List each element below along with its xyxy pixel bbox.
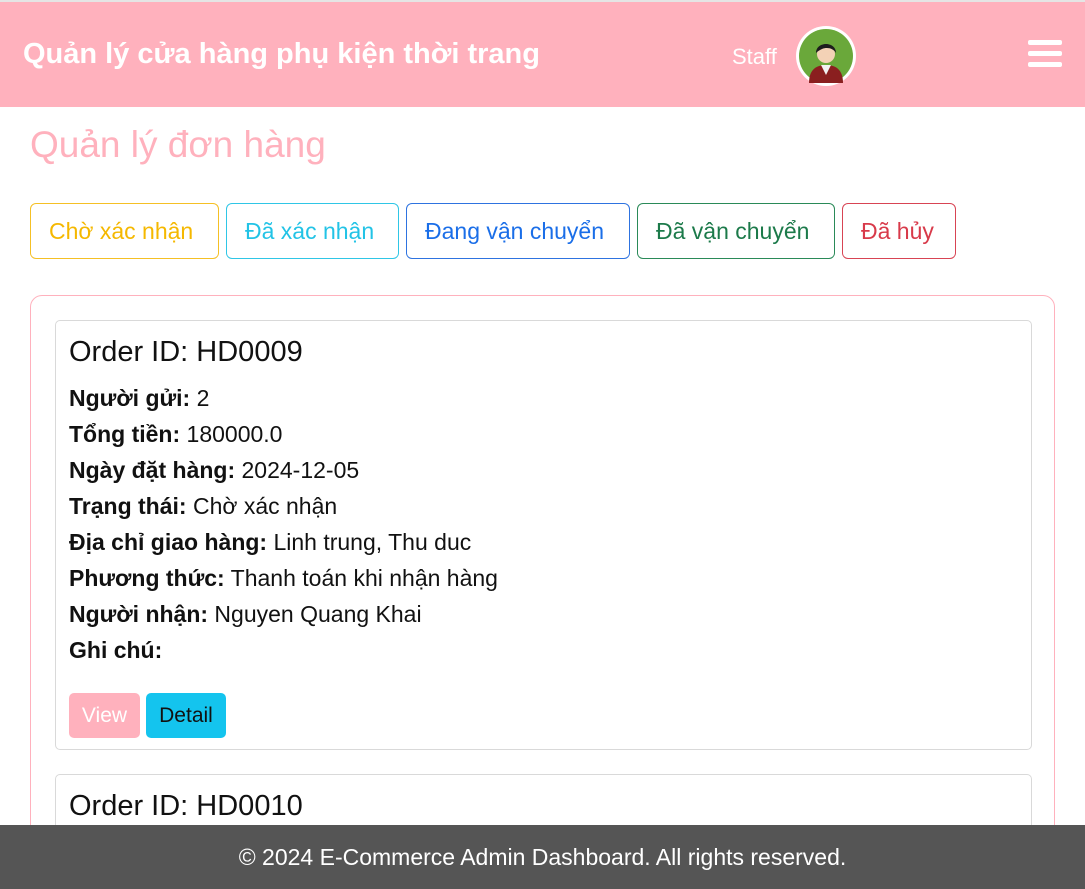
tab-shipping[interactable]: Đang vận chuyển — [406, 203, 630, 259]
field-label: Tổng tiền: — [69, 421, 181, 447]
tab-confirmed[interactable]: Đã xác nhận — [226, 203, 399, 259]
order-field-payment: Phương thức: Thanh toán khi nhận hàng — [69, 565, 498, 592]
user-avatar-icon[interactable] — [796, 26, 856, 86]
field-value: Linh trung, Thu duc — [267, 529, 472, 555]
order-field-address: Địa chỉ giao hàng: Linh trung, Thu duc — [69, 529, 471, 556]
field-value: Chờ xác nhận — [186, 493, 338, 519]
detail-button[interactable]: Detail — [146, 693, 226, 738]
tab-shipped[interactable]: Đã vận chuyển — [637, 203, 835, 259]
tab-pending[interactable]: Chờ xác nhận — [30, 203, 219, 259]
field-label: Người gửi: — [69, 385, 191, 411]
order-field-status: Trạng thái: Chờ xác nhận — [69, 493, 337, 520]
tab-cancelled[interactable]: Đã hủy — [842, 203, 956, 259]
field-label: Ghi chú: — [69, 637, 163, 663]
orders-panel: Order ID: HD0009 Người gửi: 2 Tổng tiền:… — [30, 295, 1055, 855]
footer-copyright: © 2024 E-Commerce Admin Dashboard. All r… — [238, 843, 847, 870]
order-card: Order ID: HD0009 Người gửi: 2 Tổng tiền:… — [55, 320, 1032, 750]
page-title: Quản lý đơn hàng — [30, 124, 326, 165]
order-field-note: Ghi chú: — [69, 637, 162, 664]
field-value: 2024-12-05 — [235, 457, 360, 483]
field-label: Trạng thái: — [69, 493, 187, 519]
order-id: Order ID: HD0010 — [69, 790, 303, 822]
order-field-date: Ngày đặt hàng: 2024-12-05 — [69, 457, 359, 484]
order-field-total: Tổng tiền: 180000.0 — [69, 421, 282, 448]
order-id: Order ID: HD0009 — [69, 336, 303, 368]
hamburger-menu-icon[interactable] — [1028, 40, 1062, 72]
field-label: Ngày đặt hàng: — [69, 457, 236, 483]
field-value: Nguyen Quang Khai — [208, 601, 422, 627]
field-value: 180000.0 — [180, 421, 283, 447]
order-field-sender: Người gửi: 2 — [69, 385, 209, 412]
field-value: Thanh toán khi nhận hàng — [224, 565, 498, 591]
field-label: Người nhận: — [69, 601, 209, 627]
order-status-tabs: Chờ xác nhận Đã xác nhận Đang vận chuyển… — [30, 203, 956, 259]
order-field-receiver: Người nhận: Nguyen Quang Khai — [69, 601, 422, 628]
user-role-label: Staff — [732, 44, 777, 69]
view-button[interactable]: View — [69, 693, 140, 738]
app-title: Quản lý cửa hàng phụ kiện thời trang — [23, 38, 540, 70]
field-value: 2 — [190, 385, 210, 411]
page-footer: © 2024 E-Commerce Admin Dashboard. All r… — [0, 825, 1085, 889]
field-label: Địa chỉ giao hàng: — [69, 529, 268, 555]
top-header: Quản lý cửa hàng phụ kiện thời trang Sta… — [0, 0, 1085, 107]
field-label: Phương thức: — [69, 565, 225, 591]
